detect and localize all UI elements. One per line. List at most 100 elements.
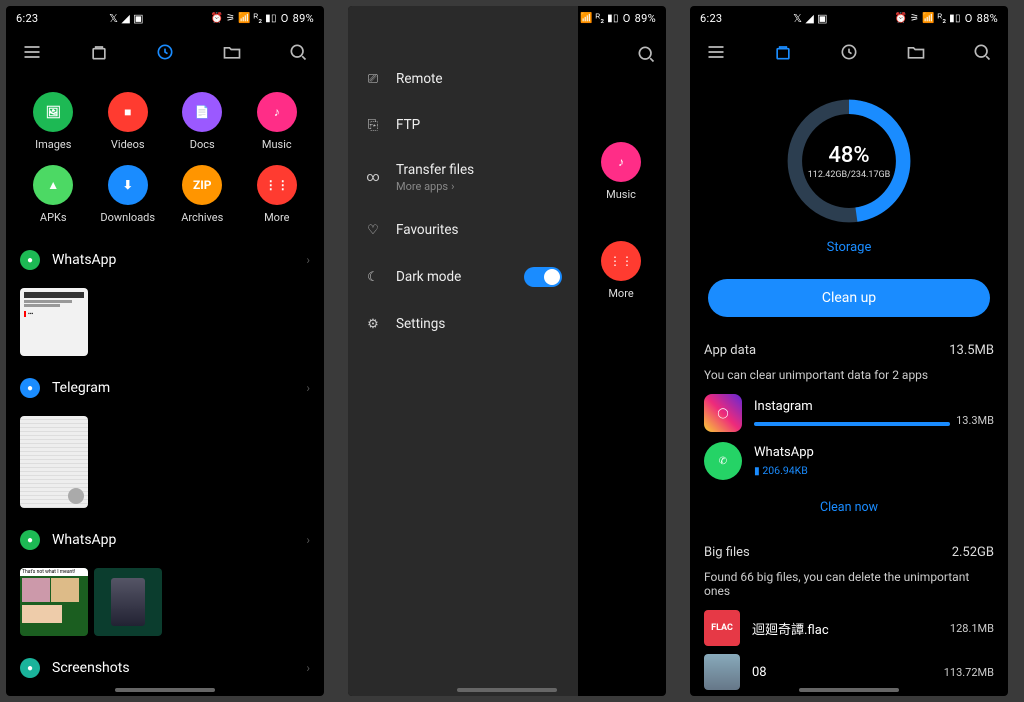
more-icon: ⋮⋮ xyxy=(257,165,297,205)
tab-storage-icon[interactable] xyxy=(763,32,803,72)
app-row[interactable]: ◯ Instagram 13.3MB xyxy=(704,394,994,432)
drawer-item-ftp[interactable]: ⎘ FTP xyxy=(348,102,578,148)
category-music[interactable]: ♪ Music xyxy=(240,92,315,151)
drawer-label: Settings xyxy=(396,316,562,332)
whatsapp-icon: ✆ xyxy=(704,442,742,480)
thumbnail[interactable] xyxy=(20,416,88,508)
category-label: APKs xyxy=(40,211,67,224)
app-name: WhatsApp xyxy=(754,445,994,460)
category-videos[interactable]: ■ Videos xyxy=(91,92,166,151)
source-icon: ● xyxy=(20,378,40,398)
drawer-label: Dark mode xyxy=(396,269,510,285)
status-bar: 6:23 𝕏 ◢ ▣ ⏰ ⚞ 📶 ᴿ₂ ▮▯O88% xyxy=(690,6,1008,30)
category-apks[interactable]: ▲ APKs xyxy=(16,165,91,224)
home-indicator[interactable] xyxy=(115,688,215,692)
category-label: Images xyxy=(35,138,71,151)
music-icon: ♪ xyxy=(257,92,297,132)
thumbnail[interactable]: ▪▪▪ xyxy=(20,288,88,356)
category-images[interactable]: 🖼 Images xyxy=(16,92,91,151)
file-row[interactable]: 08 113.72MB xyxy=(704,654,994,690)
dark-mode-toggle[interactable] xyxy=(524,267,562,287)
category-label: Docs xyxy=(190,138,215,151)
source-row[interactable]: ● Screenshots › xyxy=(6,646,324,690)
file-size: 128.1MB xyxy=(950,622,994,635)
top-toolbar xyxy=(6,30,324,74)
storage-label[interactable]: Storage xyxy=(827,240,872,255)
tab-folders-icon[interactable] xyxy=(896,32,936,72)
drawer-subtext: More apps › xyxy=(396,180,562,193)
drawer-item-favourites[interactable]: ♡ Favourites xyxy=(348,207,578,253)
category-label: Archives xyxy=(181,211,223,224)
drawer-item-dark mode[interactable]: ☾ Dark mode xyxy=(348,253,578,301)
thumbnail[interactable]: That's not what I meant! xyxy=(20,568,88,636)
chevron-right-icon: › xyxy=(306,381,310,395)
tab-recent-icon[interactable] xyxy=(829,32,869,72)
more-icon: ⋮⋮ xyxy=(601,241,641,281)
source-icon: ● xyxy=(20,658,40,678)
storage-bytes: 112.42GB/234.17GB xyxy=(808,170,891,180)
drawer-icon: ♡ xyxy=(364,221,382,239)
screenshot-drawer-open: 6:23 𝕏 ◢ ▣ ⏰ ⚞ 📶 ᴿ₂ ▮▯O89% ♪ Music ⋮⋮ Mo… xyxy=(348,6,666,696)
category-label: More xyxy=(264,211,289,224)
drawer-icon: ☾ xyxy=(364,268,382,286)
status-bar: 6:23 𝕏 ◢ ▣ ⏰ ⚞ 📶 ᴿ₂ ▮▯ O89% xyxy=(6,6,324,30)
drawer-label: FTP xyxy=(396,117,562,133)
source-row[interactable]: ● WhatsApp › xyxy=(6,518,324,562)
top-toolbar xyxy=(690,30,1008,74)
category-label: Videos xyxy=(111,138,145,151)
clean-up-button[interactable]: Clean up xyxy=(708,279,990,317)
status-right: ⏰ ⚞ 📶 ᴿ₂ ▮▯ O89% xyxy=(211,12,314,25)
navigation-drawer: ⎚ Remote ⎘ FTP ∞ Transfer files More app… xyxy=(348,6,578,696)
source-row[interactable]: ● WhatsApp › xyxy=(6,238,324,282)
tab-folders-icon[interactable] xyxy=(212,32,252,72)
tab-recent-icon[interactable] xyxy=(145,32,185,72)
section-big-files: Big files 2.52GB Found 66 big files, you… xyxy=(690,523,1008,696)
app-row[interactable]: ✆ WhatsApp ▮ 206.94KB xyxy=(704,442,994,480)
videos-icon: ■ xyxy=(108,92,148,132)
search-icon[interactable] xyxy=(962,32,1002,72)
chevron-right-icon: › xyxy=(306,661,310,675)
drawer-item-remote[interactable]: ⎚ Remote xyxy=(348,56,578,102)
source-label: Screenshots xyxy=(52,660,306,676)
file-size: 113.72MB xyxy=(944,666,994,679)
drawer-icon: ⚙ xyxy=(364,315,382,333)
screenshot-storage-clean: 6:23 𝕏 ◢ ▣ ⏰ ⚞ 📶 ᴿ₂ ▮▯O88% 48% 112.42GB/… xyxy=(690,6,1008,696)
menu-icon[interactable] xyxy=(696,32,736,72)
category-downloads[interactable]: ⬇ Downloads xyxy=(91,165,166,224)
docs-icon: 📄 xyxy=(182,92,222,132)
home-indicator[interactable] xyxy=(457,688,557,692)
section-size: 13.5MB xyxy=(949,343,994,358)
category-more[interactable]: ⋮⋮ More xyxy=(240,165,315,224)
file-type-icon xyxy=(704,654,740,690)
home-indicator[interactable] xyxy=(799,688,899,692)
drawer-icon: ⎘ xyxy=(364,116,382,134)
images-icon: 🖼 xyxy=(33,92,73,132)
menu-icon[interactable] xyxy=(12,32,52,72)
search-icon[interactable] xyxy=(626,34,666,74)
storage-percent: 48% xyxy=(828,143,869,168)
chevron-right-icon: › xyxy=(451,180,454,193)
status-left-icons: 𝕏 ◢ ▣ xyxy=(109,12,144,25)
source-label: Telegram xyxy=(52,380,306,396)
drawer-label: Transfer files xyxy=(396,162,562,178)
section-size: 2.52GB xyxy=(952,545,994,560)
drawer-item-settings[interactable]: ⚙ Settings xyxy=(348,301,578,347)
background-dimmed: ♪ Music ⋮⋮ More xyxy=(576,30,666,696)
source-icon: ● xyxy=(20,250,40,270)
search-icon[interactable] xyxy=(278,32,318,72)
status-time: 6:23 xyxy=(16,12,38,25)
section-description: Found 66 big files, you can delete the u… xyxy=(704,570,994,598)
source-row[interactable]: ● Telegram › xyxy=(6,366,324,410)
apks-icon: ▲ xyxy=(33,165,73,205)
category-docs[interactable]: 📄 Docs xyxy=(165,92,240,151)
clean-now-link[interactable]: Clean now xyxy=(704,490,994,519)
screenshot-file-manager-home: 6:23 𝕏 ◢ ▣ ⏰ ⚞ 📶 ᴿ₂ ▮▯ O89% 🖼 Images ■ V… xyxy=(6,6,324,696)
source-label: WhatsApp xyxy=(52,252,306,268)
tab-storage-icon[interactable] xyxy=(79,32,119,72)
thumbnail[interactable] xyxy=(94,568,162,636)
app-size: ▮ 206.94KB xyxy=(754,464,994,477)
file-row[interactable]: FLAC 迴廻奇譚.flac 128.1MB xyxy=(704,610,994,646)
drawer-item-transfer files[interactable]: ∞ Transfer files More apps › xyxy=(348,148,578,207)
category-archives[interactable]: ZIP Archives xyxy=(165,165,240,224)
category-more: ⋮⋮ More xyxy=(576,241,666,300)
